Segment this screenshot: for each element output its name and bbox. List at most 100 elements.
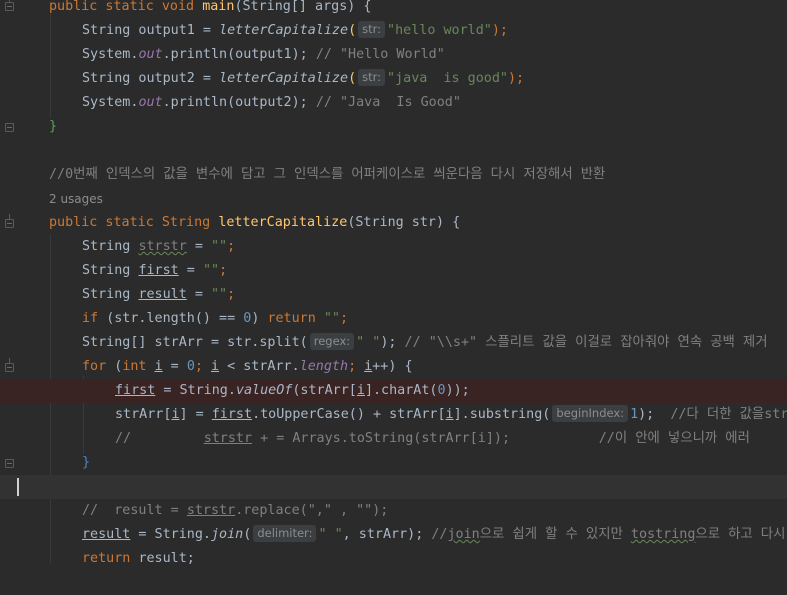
string-literal: "java is good" (387, 71, 508, 86)
code-line-strstr[interactable]: String strstr = ""; (0, 235, 787, 259)
fold-marker-icon[interactable] (5, 459, 14, 468)
variable: result (138, 287, 187, 302)
code-text: ( (243, 527, 252, 542)
usages-hint[interactable]: 2 usages (0, 187, 787, 211)
variable: first (211, 407, 253, 422)
code-line-if[interactable]: if (str.length() == 0) return ""; (0, 307, 787, 331)
method-call: valueOf (235, 383, 293, 398)
loop-variable: i (171, 407, 180, 422)
fold-marker-icon[interactable] (5, 358, 14, 372)
code-text: String (82, 263, 139, 278)
comment: 으로 하고 다시 (695, 527, 786, 542)
code-line-print1[interactable]: System.out.println(output1); // "Hello W… (0, 43, 787, 67)
keyword: if (82, 311, 107, 326)
code-line-method-signature[interactable]: public static String letterCapitalize(St… (0, 211, 787, 235)
code-text: String[] strArr = str.split( (82, 335, 308, 350)
code-text: String output2 = (82, 71, 220, 86)
code-text: ); (507, 71, 525, 86)
string-literal: "" (211, 287, 228, 302)
code-text: = (178, 263, 203, 278)
code-text: ); (638, 407, 671, 422)
keyword: public static void (49, 0, 203, 14)
method-call: join (211, 527, 244, 542)
code-line-output1[interactable]: String output1 = letterCapitalize(str: "h… (0, 19, 787, 43)
keyword: int (122, 359, 155, 374)
code-line-output2[interactable]: String output2 = letterCapitalize(str: "j… (0, 67, 787, 91)
comment: // (431, 527, 448, 542)
parameter-hint: beginIndex: (552, 404, 629, 422)
return-type: String (161, 215, 219, 230)
usages-label[interactable]: 2 usages (49, 187, 103, 211)
code-text: String (82, 287, 139, 302)
code-line-comment[interactable]: //0번째 인덱스의 값을 변수에 담고 그 인덱스를 어퍼케이스로 씌운다음 … (0, 163, 787, 187)
code-text: .println(output2); (162, 95, 316, 110)
string-literal: " " (356, 335, 381, 350)
fold-marker-icon[interactable] (5, 0, 14, 11)
parameter-hint: str: (358, 20, 386, 38)
closing-brace: } (82, 455, 91, 470)
comment-identifier: strstr (203, 431, 253, 446)
code-text: .toUpperCase() + strArr[ (252, 407, 446, 422)
fold-marker-icon[interactable] (5, 214, 14, 228)
code-text: , strArr); (342, 527, 432, 542)
code-line-split[interactable]: String[] strArr = str.split(regex: " "); … (0, 331, 787, 355)
parameter-hint: str: (358, 68, 386, 86)
loop-variable: i (211, 359, 220, 374)
string-literal: "" (202, 263, 220, 278)
code-line-for[interactable]: for (int i = 0; i < strArr.length; i++) … (0, 355, 787, 379)
comment: 으로 쉽게 할 수 있지만 (479, 527, 631, 542)
variable: first (115, 383, 156, 398)
loop-variable: i (154, 359, 163, 374)
code-text: (String str) { (347, 215, 461, 230)
closing-brace: } (49, 119, 58, 134)
parameter-hint: delimiter: (253, 524, 317, 542)
code-text: String (82, 239, 139, 254)
code-text: ); (491, 23, 508, 38)
code-line-return[interactable]: return result; (0, 547, 787, 571)
code-text: = String. (130, 527, 211, 542)
code-line-for-close[interactable]: } (0, 451, 787, 475)
number-literal: 1 (630, 407, 639, 422)
code-line-current[interactable] (0, 475, 787, 499)
comment-identifier: tostring (630, 527, 696, 542)
code-line-print2[interactable]: System.out.println(output2); // "Java Is… (0, 91, 787, 115)
code-line-strarr-assign[interactable]: strArr[i] = first.toUpperCase() + strArr… (0, 403, 787, 427)
fold-marker-icon[interactable] (5, 123, 14, 132)
code-line-commented-strstr[interactable]: // strstr + = Arrays.toString(strArr[i])… (0, 427, 787, 451)
number-literal: 0 (437, 383, 446, 398)
text-caret (17, 478, 19, 496)
paren: ( (348, 23, 357, 38)
static-field: out (138, 95, 163, 110)
code-line-first[interactable]: String first = ""; (0, 259, 787, 283)
code-text: = String. (155, 383, 236, 398)
code-line-first-assign[interactable]: first = String.valueOf(strArr[i].charAt(… (0, 379, 787, 403)
code-text: = (186, 287, 211, 302)
code-text: ++) { (372, 359, 413, 374)
comment-identifier: strstr (186, 503, 236, 518)
method-name: letterCapitalize (218, 215, 348, 230)
code-text: strArr[ (115, 407, 172, 422)
code-text: System. (82, 95, 139, 110)
code-text: (str.length() == (106, 311, 244, 326)
code-text: ].charAt( (364, 383, 438, 398)
code-text: )); (445, 383, 470, 398)
code-line-close-brace[interactable]: } (0, 115, 787, 139)
code-text: = (186, 239, 211, 254)
code-text: ].substring( (453, 407, 551, 422)
semicolon: ; (227, 287, 236, 302)
unused-variable: strstr (138, 239, 187, 254)
string-literal: "" (323, 311, 340, 326)
code-line-join[interactable]: result = String.join(delimiter: " ", strA… (0, 523, 787, 547)
string-literal: " " (318, 527, 343, 542)
static-field: out (138, 47, 163, 62)
code-text: (String[] args) { (234, 0, 372, 14)
code-line-main-signature[interactable]: public static void main(String[] args) { (0, 0, 787, 19)
code-line-result[interactable]: String result = ""; (0, 283, 787, 307)
comment-identifier: join (447, 527, 480, 542)
code-text: < strArr. (219, 359, 300, 374)
semicolon: ; (194, 359, 211, 374)
comment: + = Arrays.toString(strArr[i]); //이 안에 넣… (252, 431, 750, 446)
string-literal: "hello world" (387, 23, 492, 38)
comment: //0번째 인덱스의 값을 변수에 담고 그 인덱스를 어퍼케이스로 씌운다음 … (49, 167, 606, 182)
code-line-commented-replace[interactable]: // result = strstr.replace("," , ""); (0, 499, 787, 523)
